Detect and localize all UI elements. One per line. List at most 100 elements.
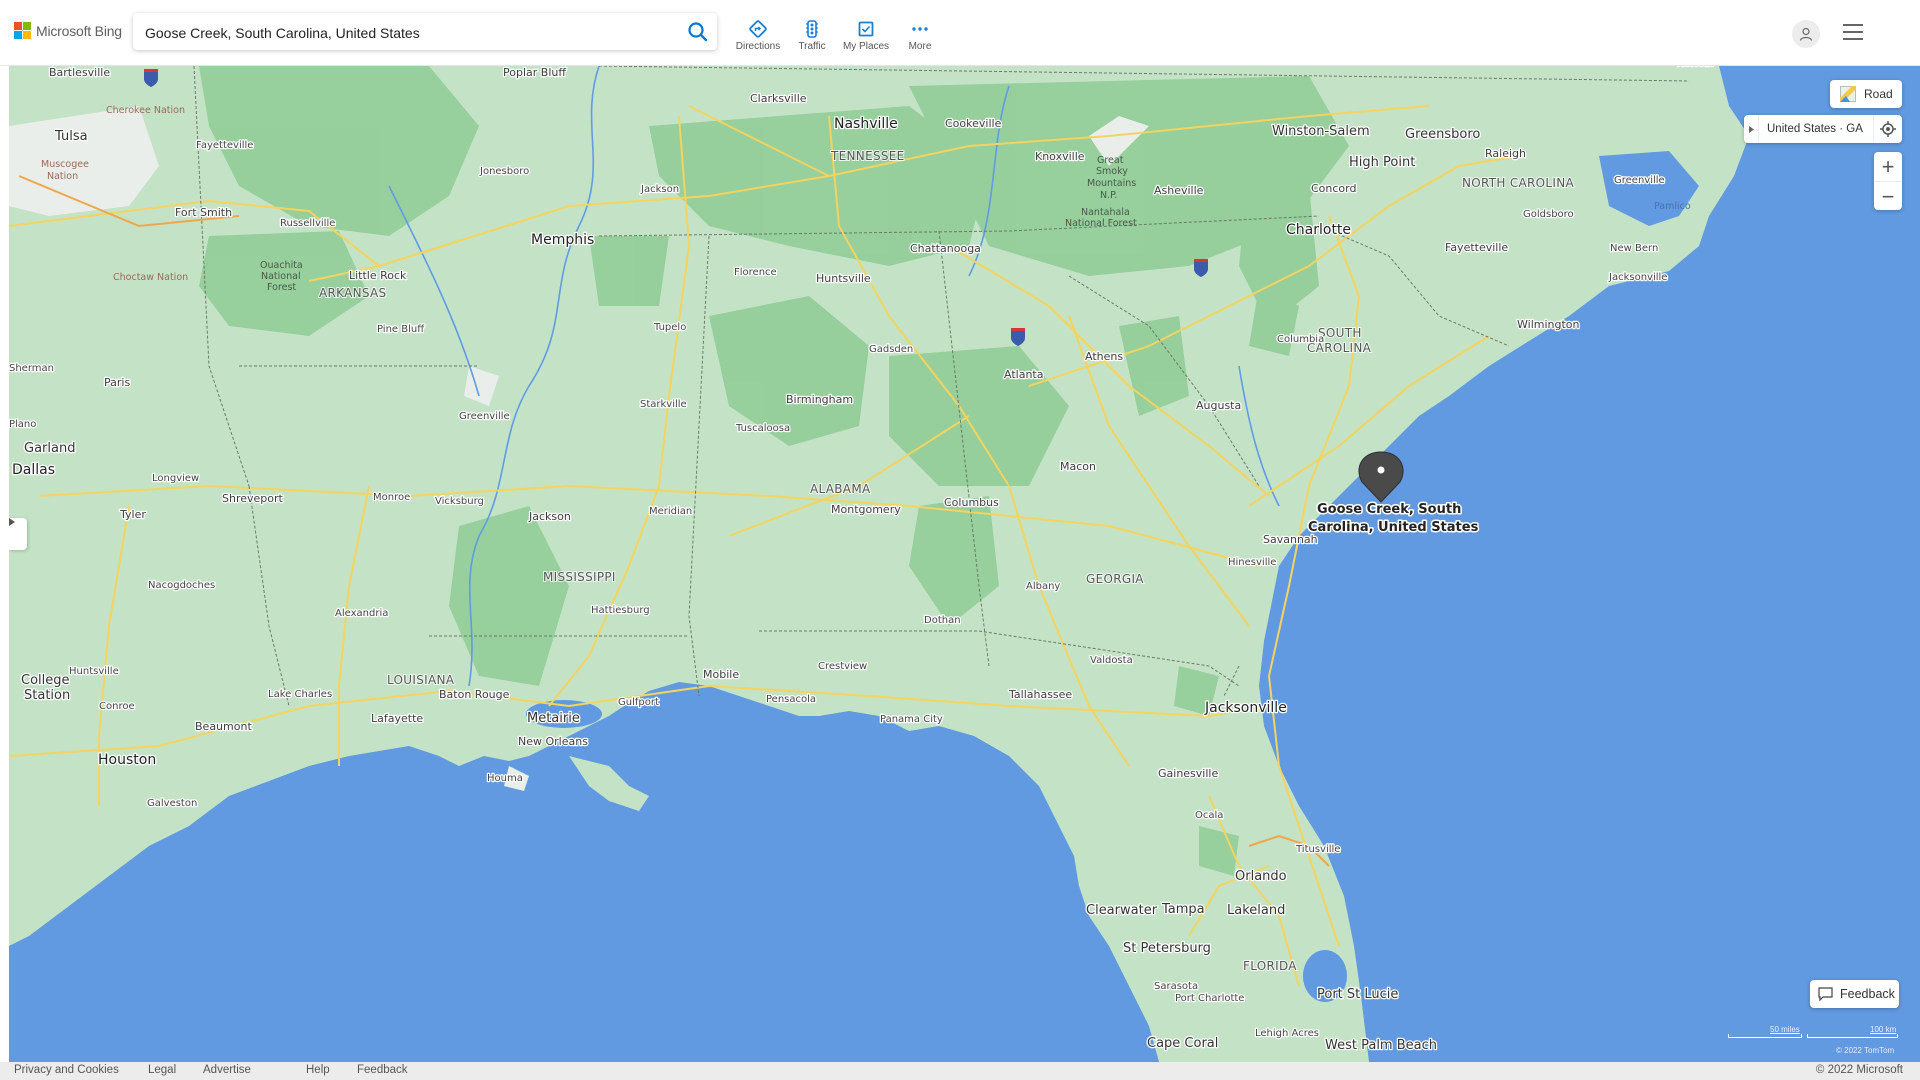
map-canvas[interactable]: TENNESSEE ARKANSAS MISSISSIPPI ALABAMA G… bbox=[9, 66, 1920, 1062]
city-label: Augusta bbox=[1196, 399, 1241, 412]
more-label: More bbox=[908, 41, 932, 52]
side-panel-toggle[interactable] bbox=[9, 518, 27, 550]
footer-link-help[interactable]: Help bbox=[306, 1064, 330, 1076]
city-label: Montgomery bbox=[831, 503, 901, 516]
directions-label: Directions bbox=[735, 41, 781, 52]
city-label: Athens bbox=[1085, 350, 1123, 363]
region-label: Muscogee bbox=[41, 159, 89, 170]
search-box bbox=[133, 13, 717, 52]
caret-right-icon bbox=[1748, 125, 1754, 133]
chevron-right-icon bbox=[9, 518, 15, 526]
map-feedback-button[interactable]: Feedback bbox=[1810, 980, 1899, 1008]
footer-link-privacy[interactable]: Privacy and Cookies bbox=[14, 1064, 119, 1076]
locate-crosshair-icon bbox=[1880, 121, 1896, 137]
zoom-in-button[interactable]: + bbox=[1874, 152, 1902, 182]
bing-logo[interactable]: Microsoft Bing bbox=[14, 22, 122, 39]
city-label: Houston bbox=[98, 752, 156, 768]
city-label: Gainesville bbox=[1158, 767, 1218, 780]
search-icon bbox=[688, 22, 708, 42]
city-label: Titusville bbox=[1295, 844, 1340, 855]
map-style-button[interactable]: Road bbox=[1830, 80, 1902, 108]
city-label: Huntsville bbox=[816, 272, 871, 285]
menu-line bbox=[1843, 38, 1863, 40]
locate-me-button[interactable] bbox=[1873, 115, 1902, 143]
region-label: Cherokee Nation bbox=[106, 105, 185, 116]
user-account-button[interactable] bbox=[1792, 20, 1820, 48]
map-layer: TENNESSEE ARKANSAS MISSISSIPPI ALABAMA G… bbox=[9, 66, 1749, 1062]
city-label: Fayetteville bbox=[1445, 241, 1508, 254]
footer-link-feedback[interactable]: Feedback bbox=[357, 1064, 408, 1076]
hamburger-menu-button[interactable] bbox=[1843, 24, 1863, 40]
footer-link-legal[interactable]: Legal bbox=[148, 1064, 176, 1076]
city-label: Columbia bbox=[1277, 334, 1324, 345]
region-label: Forest bbox=[267, 282, 296, 293]
city-label: Jacksonville bbox=[1204, 700, 1287, 716]
city-label: Baton Rouge bbox=[439, 688, 510, 701]
pin-label-line1: Goose Creek, South bbox=[1317, 502, 1461, 517]
city-label: Lake Charles bbox=[268, 689, 332, 700]
city-label: Greenville bbox=[459, 411, 510, 422]
region-label: Pamlico bbox=[1654, 201, 1691, 212]
city-label: Knoxville bbox=[1035, 150, 1085, 163]
traffic-button[interactable]: Traffic bbox=[783, 18, 841, 52]
breadcrumb-expand-button[interactable] bbox=[1744, 115, 1759, 143]
city-label: Lafayette bbox=[371, 712, 423, 725]
city-label: Alexandria bbox=[335, 608, 388, 619]
search-input[interactable] bbox=[143, 13, 667, 52]
my-places-button[interactable]: My Places bbox=[837, 18, 895, 52]
city-label: Panama City bbox=[880, 714, 943, 725]
footer: Privacy and Cookies Legal Advertise Help… bbox=[0, 1062, 1920, 1080]
city-label: Clarksville bbox=[750, 92, 807, 105]
region-label: Great bbox=[1097, 155, 1124, 166]
state-label: SOUTH bbox=[1318, 326, 1362, 340]
city-label: Dallas bbox=[12, 462, 55, 478]
city-label: Longview bbox=[152, 473, 199, 484]
city-label: Meridian bbox=[649, 506, 692, 517]
city-label: Sarasota bbox=[1154, 981, 1198, 992]
scale-miles-label: 50 miles bbox=[1770, 1025, 1800, 1034]
footer-link-advertise[interactable]: Advertise bbox=[203, 1064, 251, 1076]
city-label: Gadsden bbox=[869, 344, 913, 355]
city-label: Albany bbox=[1026, 581, 1060, 592]
city-label: Tupelo bbox=[653, 322, 686, 333]
city-label: Valdosta bbox=[1090, 655, 1133, 666]
traffic-label: Traffic bbox=[798, 41, 826, 52]
region-label: Norfolk bbox=[1677, 66, 1713, 69]
directions-button[interactable]: Directions bbox=[729, 18, 787, 52]
city-label: Nashville bbox=[834, 116, 898, 132]
my-places-label: My Places bbox=[842, 41, 890, 52]
city-label: Plano bbox=[9, 419, 36, 430]
city-label: Mobile bbox=[703, 668, 739, 681]
location-breadcrumb[interactable]: United States · GA bbox=[1759, 123, 1873, 135]
directions-icon bbox=[749, 20, 767, 38]
city-label: Dothan bbox=[924, 615, 961, 626]
zoom-out-button[interactable]: − bbox=[1874, 182, 1902, 211]
region-label: National Forest bbox=[1065, 218, 1137, 229]
city-label: St Petersburg bbox=[1123, 941, 1211, 956]
delta-island bbox=[569, 756, 649, 811]
more-button[interactable]: More bbox=[891, 18, 949, 52]
pin-label-line2: Carolina, United States bbox=[1308, 520, 1479, 535]
search-button[interactable] bbox=[685, 19, 711, 45]
location-pin[interactable] bbox=[1358, 451, 1404, 503]
city-label: Chattanooga bbox=[910, 242, 981, 255]
city-label: Raleigh bbox=[1485, 147, 1526, 160]
city-label: Starkville bbox=[640, 399, 687, 410]
city-label: Jacksonville bbox=[1608, 272, 1667, 283]
city-label: Winston-Salem bbox=[1272, 124, 1370, 139]
city-label: Tuscaloosa bbox=[735, 423, 790, 434]
map-attribution: © 2022 TomTom bbox=[1836, 1046, 1895, 1055]
city-label: Hinesville bbox=[1228, 557, 1276, 568]
city-label: Nacogdoches bbox=[148, 580, 215, 591]
city-label: Charlotte bbox=[1286, 222, 1351, 238]
city-label: Galveston bbox=[147, 798, 197, 809]
copyright: © 2022 Microsoft bbox=[1815, 1064, 1903, 1076]
city-label: New Bern bbox=[1610, 243, 1658, 254]
scale-miles-bar bbox=[1728, 1034, 1802, 1038]
menu-line bbox=[1843, 31, 1863, 33]
city-label: College bbox=[21, 673, 70, 688]
city-label: Wilmington bbox=[1517, 318, 1580, 331]
user-icon bbox=[1799, 27, 1813, 41]
city-label: Bartlesville bbox=[49, 66, 110, 79]
city-label: Port St Lucie bbox=[1317, 987, 1398, 1002]
